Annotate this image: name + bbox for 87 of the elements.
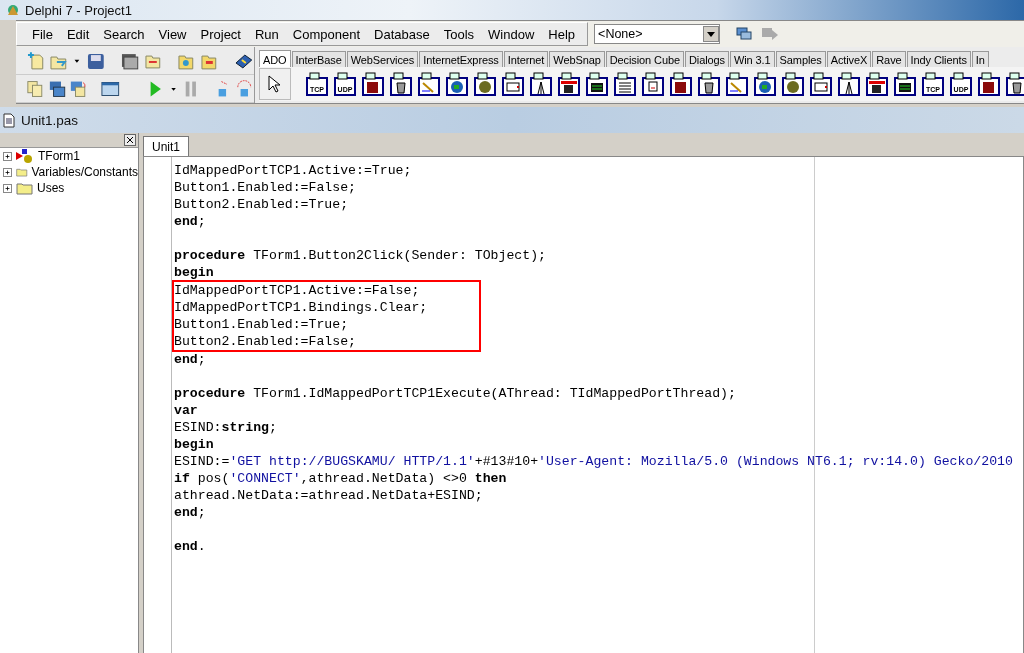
component-icon[interactable] [725, 72, 749, 96]
menu-item[interactable]: Help [541, 24, 583, 44]
component-icon[interactable] [473, 72, 497, 96]
palette-tab[interactable]: Samples [775, 51, 826, 67]
form-icon [16, 149, 34, 163]
palette-tab[interactable]: Dialogs [684, 51, 729, 67]
tree-item[interactable]: Variables/Constants [31, 165, 138, 179]
menu-item[interactable]: Component [285, 24, 368, 44]
component-icon[interactable] [977, 72, 1001, 96]
code-line: end; [174, 351, 206, 368]
code-line: end; [174, 504, 206, 521]
component-icon[interactable] [389, 72, 413, 96]
app-icon [6, 3, 20, 17]
code-line: end; [174, 213, 206, 230]
code-line: IdMappedPortTCP1.Active:=False; [174, 282, 420, 299]
component-icon[interactable] [529, 72, 553, 96]
dropdown-arrow-icon [707, 31, 716, 37]
component-icon[interactable] [417, 72, 441, 96]
code-line: Button2.Enabled:=True; [174, 196, 349, 213]
code-line: Button1.Enabled:=False; [174, 179, 357, 196]
code-line: athread.NetData:=athread.NetData+ESIND; [174, 487, 483, 504]
component-icon[interactable] [697, 72, 721, 96]
palette-tab[interactable]: In [971, 51, 989, 67]
file-icon [3, 112, 15, 128]
menu-item[interactable]: Tools [436, 24, 482, 44]
component-icon[interactable] [557, 72, 581, 96]
component-icon[interactable] [753, 72, 777, 96]
component-icon[interactable] [893, 72, 917, 96]
palette-tab[interactable]: Win 3.1 [729, 51, 775, 67]
component-icon[interactable] [613, 72, 637, 96]
component-icon[interactable] [1005, 72, 1024, 96]
code-line: procedure TForm1.IdMappedPortTCP1Execute(AThread: TIdMappedPortThread); [174, 385, 736, 402]
expand-icon[interactable] [3, 183, 12, 193]
menu-item[interactable]: View [151, 24, 194, 44]
component-icon[interactable] [585, 72, 609, 96]
code-line: procedure TForm1.Button2Click(Sender: TObject); [174, 247, 546, 264]
palette-tab[interactable]: WebServices [346, 51, 419, 67]
tree-item[interactable]: Uses [37, 181, 65, 195]
code-line: begin [174, 264, 214, 281]
component-icon[interactable] [837, 72, 861, 96]
code-line: IdMappedPortTCP1.Bindings.Clear; [174, 299, 428, 316]
component-icon[interactable] [781, 72, 805, 96]
code-editor[interactable] [143, 156, 1024, 653]
code-line: begin [174, 436, 214, 453]
palette-tab[interactable]: ADO [259, 50, 291, 67]
palette-tab[interactable]: Indy Clients [906, 51, 971, 67]
expand-icon[interactable] [3, 167, 12, 177]
component-icon[interactable] [809, 72, 833, 96]
component-icon[interactable] [361, 72, 385, 96]
menu-item[interactable]: Edit [59, 24, 97, 44]
menu-item[interactable]: Search [96, 24, 152, 44]
code-line: end. [174, 538, 206, 555]
component-icon[interactable] [669, 72, 693, 96]
menu-item[interactable]: Project [193, 24, 248, 44]
code-line: Button2.Enabled:=False; [174, 333, 357, 350]
component-icon[interactable] [865, 72, 889, 96]
menu-item[interactable]: Run [248, 24, 286, 44]
editor-tab[interactable]: Unit1 [143, 136, 189, 156]
palette-tab[interactable]: InternetExpress [419, 51, 503, 67]
menu-item[interactable]: File [25, 24, 60, 44]
cursor-arrow-icon [268, 75, 282, 93]
code-line: ESIND:string; [174, 419, 277, 436]
window-title: Delphi 7 - Project1 [25, 2, 132, 18]
component-icon[interactable] [501, 72, 525, 96]
new-icon[interactable] [26, 50, 46, 71]
editor-window-title: Unit1.pas [21, 112, 79, 128]
tree-item[interactable]: TForm1 [38, 149, 80, 163]
code-line: var [174, 402, 198, 419]
palette-tab[interactable]: InterBase [291, 51, 346, 67]
expand-icon[interactable] [3, 151, 12, 161]
palette-tab[interactable]: Rave [872, 51, 906, 67]
desktop-dropdown[interactable]: <None> [594, 24, 721, 44]
code-line: ESIND:='GET http://BUGSKAMU/ HTTP/1.1'+#13#10+'User-Agent: Mozilla/5.0 (Windows NT6.1; rv:14.0) Gecko/2010 [174, 453, 1013, 470]
folder-icon [16, 181, 33, 195]
code-line: if pos('CONNECT',athread.NetData) <>0 then [174, 470, 507, 487]
pointer-tool[interactable] [259, 68, 291, 100]
menu-item[interactable]: Database [367, 24, 437, 44]
component-icon[interactable] [445, 72, 469, 96]
code-line: Button1.Enabled:=True; [174, 316, 349, 333]
component-icon[interactable] [641, 72, 665, 96]
close-icon[interactable] [124, 134, 136, 146]
palette-tab[interactable]: Internet [503, 51, 549, 67]
palette-tab[interactable]: WebSnap [549, 51, 605, 67]
code-line: IdMappedPortTCP1.Active:=True; [174, 162, 412, 179]
palette-tab[interactable]: ActiveX [826, 51, 872, 67]
palette-tab[interactable]: Decision Cube [605, 51, 684, 67]
menu-item[interactable]: Window [481, 24, 542, 44]
